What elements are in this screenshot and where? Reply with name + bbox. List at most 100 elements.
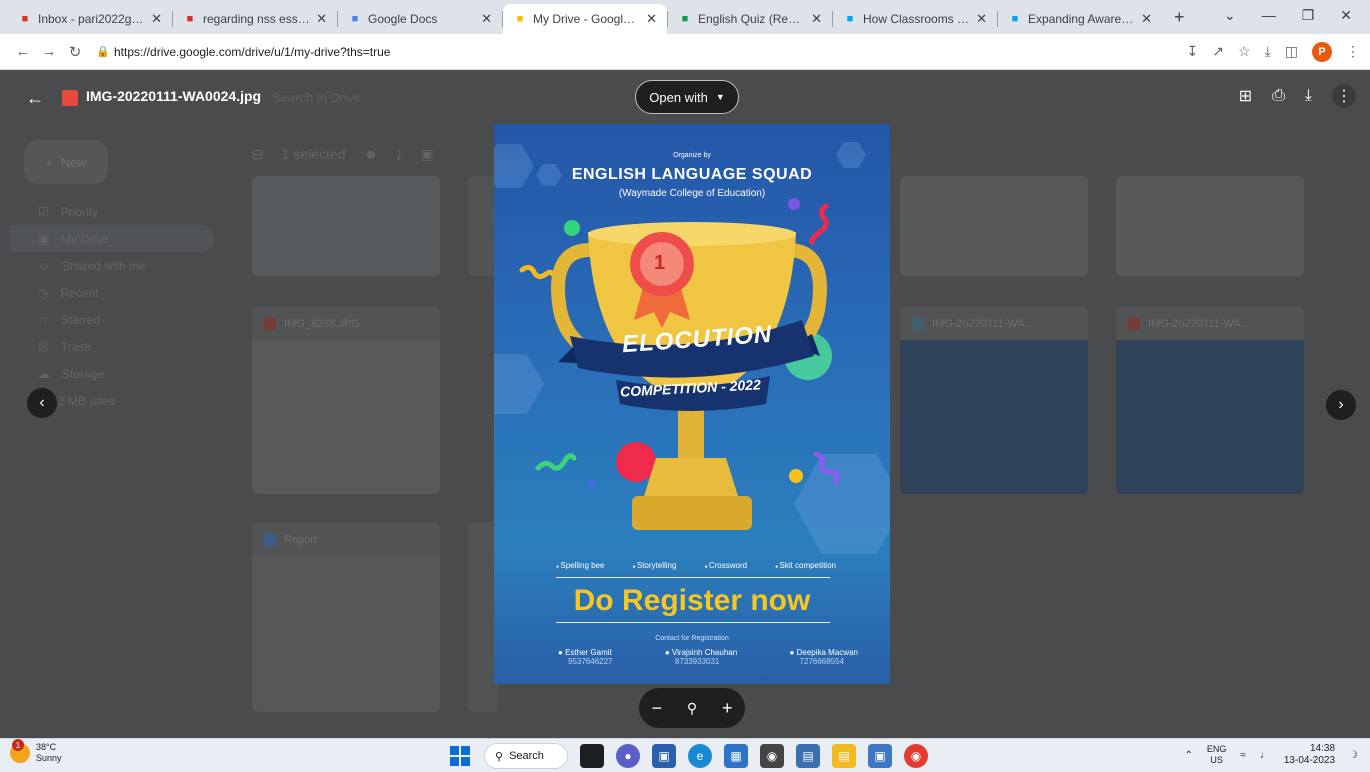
poster-activity: ● Storytelling [632,561,677,570]
sidebar-item-my-drive[interactable]: ▣ My Drive [10,225,214,252]
file-card[interactable]: IMG-20220111-WA... [1116,306,1304,494]
photo-thumbnail[interactable] [900,176,1088,276]
browser-tab[interactable]: ■ English Quiz (Response ✕ [668,4,832,34]
calendar-icon[interactable]: ▦ [724,744,748,768]
forward-icon[interactable]: → [36,43,62,60]
install-app-icon[interactable]: ↧ [1187,43,1199,60]
tab-title: My Drive - Google Drive [533,12,640,26]
close-tab-icon[interactable]: ✕ [1141,11,1152,27]
profile-avatar[interactable]: P [1312,41,1332,62]
more-actions-icon[interactable]: ⋮ [1332,84,1356,108]
system-clock[interactable]: 14:38 13-04-2023 [1284,743,1335,767]
windows-taskbar: 1 38°C Sunny ⚲ Search ● ▣ e ▦ ◉ ▤ ▤ ▣ ◉ ⌃… [0,738,1370,772]
address-bar[interactable]: 🔒 https://drive.google.com/drive/u/1/my-… [96,38,1187,66]
wifi-icon[interactable]: ≈ [1240,750,1246,761]
next-file-button[interactable]: › [1326,390,1356,420]
move-icon[interactable]: ▣ [421,146,434,163]
lock-icon[interactable]: 🔒 [96,45,114,58]
file-card[interactable]: Report [252,522,440,712]
file-explorer-icon[interactable]: ▤ [832,744,856,768]
poster-contact: ● Esther Gamit 9537646227 [558,648,613,666]
close-viewer-back-icon[interactable]: ← [26,88,44,109]
close-window-icon[interactable]: ✕ [1340,7,1352,24]
download-icon[interactable]: ⤓ [1305,87,1312,105]
gmail-icon: ■ [21,13,29,25]
browser-tab[interactable]: ■ How Classrooms Can P ✕ [833,4,997,34]
zoom-out-icon[interactable]: − [651,698,662,719]
calculator-icon[interactable]: ▤ [796,744,820,768]
contact-name: Virajsinh Chauhan [671,648,738,657]
chrome-icon[interactable]: ◉ [904,744,928,768]
trash-icon: ☒ [38,339,49,354]
language-indicator[interactable]: ENG US [1207,744,1227,766]
reload-icon[interactable]: ↻ [62,43,88,61]
docs-icon: ■ [351,13,359,25]
task-view-icon[interactable] [580,744,604,768]
sidebar-item-priority[interactable]: ☑ Priority [24,198,214,225]
taskbar-search[interactable]: ⚲ Search [484,743,568,769]
open-with-button[interactable]: Open with ▼ [635,80,739,114]
sidebar-item-recent[interactable]: ◷ Recent [24,279,214,306]
zoom-in-icon[interactable]: + [722,698,733,719]
poster-medal-rank: 1 [654,252,666,274]
notifications-icon[interactable]: ☽ [1349,750,1358,761]
bing-icon: ■ [1011,13,1019,25]
browser-tab[interactable]: ■ regarding nss essay - p ✕ [173,4,337,34]
browser-menu-icon[interactable]: ⋮ [1346,43,1360,60]
browser-tab[interactable]: ■ Google Docs ✕ [338,4,502,34]
tab-title: How Classrooms Can P [863,12,970,26]
close-tab-icon[interactable]: ✕ [976,11,987,27]
photo-thumbnail[interactable] [252,176,440,276]
previous-file-button[interactable]: ‹ [27,388,57,418]
browser-tab[interactable]: ■ Inbox - pari2022gbyssn ✕ [8,4,172,34]
photo-thumbnail[interactable] [1116,176,1304,276]
new-tab-icon[interactable]: + [1162,7,1197,34]
search-icon: ⚲ [495,750,504,763]
starred-icon: ☆ [38,312,49,327]
restore-icon[interactable]: ❐ [1302,7,1315,24]
add-to-drive-icon[interactable]: ⊞ [1239,86,1252,106]
print-icon[interactable]: ⎙ [1272,87,1285,105]
bullet-icon: ● [789,648,797,657]
browser-tab[interactable]: ■ My Drive - Google Drive ✕ [503,4,667,34]
close-tab-icon[interactable]: ✕ [481,11,492,27]
teams-icon[interactable]: ◉ [760,744,784,768]
close-tab-icon[interactable]: ✕ [316,11,327,27]
browser-tab[interactable]: ■ Expanding Awareness c ✕ [998,4,1162,34]
close-tab-icon[interactable]: ✕ [151,11,162,27]
sidebar-item-storage[interactable]: ☁ Storage [24,360,214,387]
checkbox-icon[interactable] [912,318,924,330]
new-button[interactable]: + New [24,140,108,184]
file-card[interactable]: IMG-20220111-WA... [900,306,1088,494]
share-user-icon[interactable]: ☻ [364,146,379,162]
store-icon[interactable]: ▣ [652,744,676,768]
tab-search-icon[interactable]: ⌄ [1224,7,1236,24]
close-tab-icon[interactable]: ✕ [811,11,822,27]
minimize-icon[interactable]: — [1262,7,1276,23]
bullet-icon: ● [558,648,566,657]
weather-widget[interactable]: 1 38°C Sunny [10,739,62,764]
chat-icon[interactable]: ● [616,744,640,768]
selection-count: 1 selected [281,146,346,162]
contact-phone: 8733933031 [674,657,720,666]
back-icon[interactable]: ← [10,43,36,60]
downloads-icon[interactable]: ⤓ [1265,43,1271,60]
file-card[interactable]: IMG_8238.JPG [252,306,440,494]
poster-contact-label: Contact for Registration [655,635,729,642]
sidebar-item-shared-with-me[interactable]: ☺ Shared with me [24,252,214,279]
dropdown-arrow-icon: ▼ [715,92,725,102]
tray-overflow-icon[interactable]: ⌃ [1184,750,1192,761]
close-tab-icon[interactable]: ✕ [646,11,657,27]
download-icon[interactable]: ⤓ [396,146,402,163]
edge-icon[interactable]: e [688,744,712,768]
sidebar-item-starred[interactable]: ☆ Starred [24,306,214,333]
bookmark-star-icon[interactable]: ☆ [1238,43,1251,60]
zoom-magnifier-icon[interactable]: ⚲ [687,700,697,717]
photos-icon[interactable]: ▣ [868,744,892,768]
share-icon[interactable]: ↗ [1212,43,1224,60]
volume-icon[interactable]: ♩ [1260,750,1270,761]
windows-start-icon[interactable] [448,744,472,768]
sidebar-item-trash[interactable]: ☒ Trash [24,333,214,360]
clear-selection-icon[interactable]: ⊟ [252,146,264,163]
side-panel-icon[interactable]: ◫ [1285,43,1298,60]
